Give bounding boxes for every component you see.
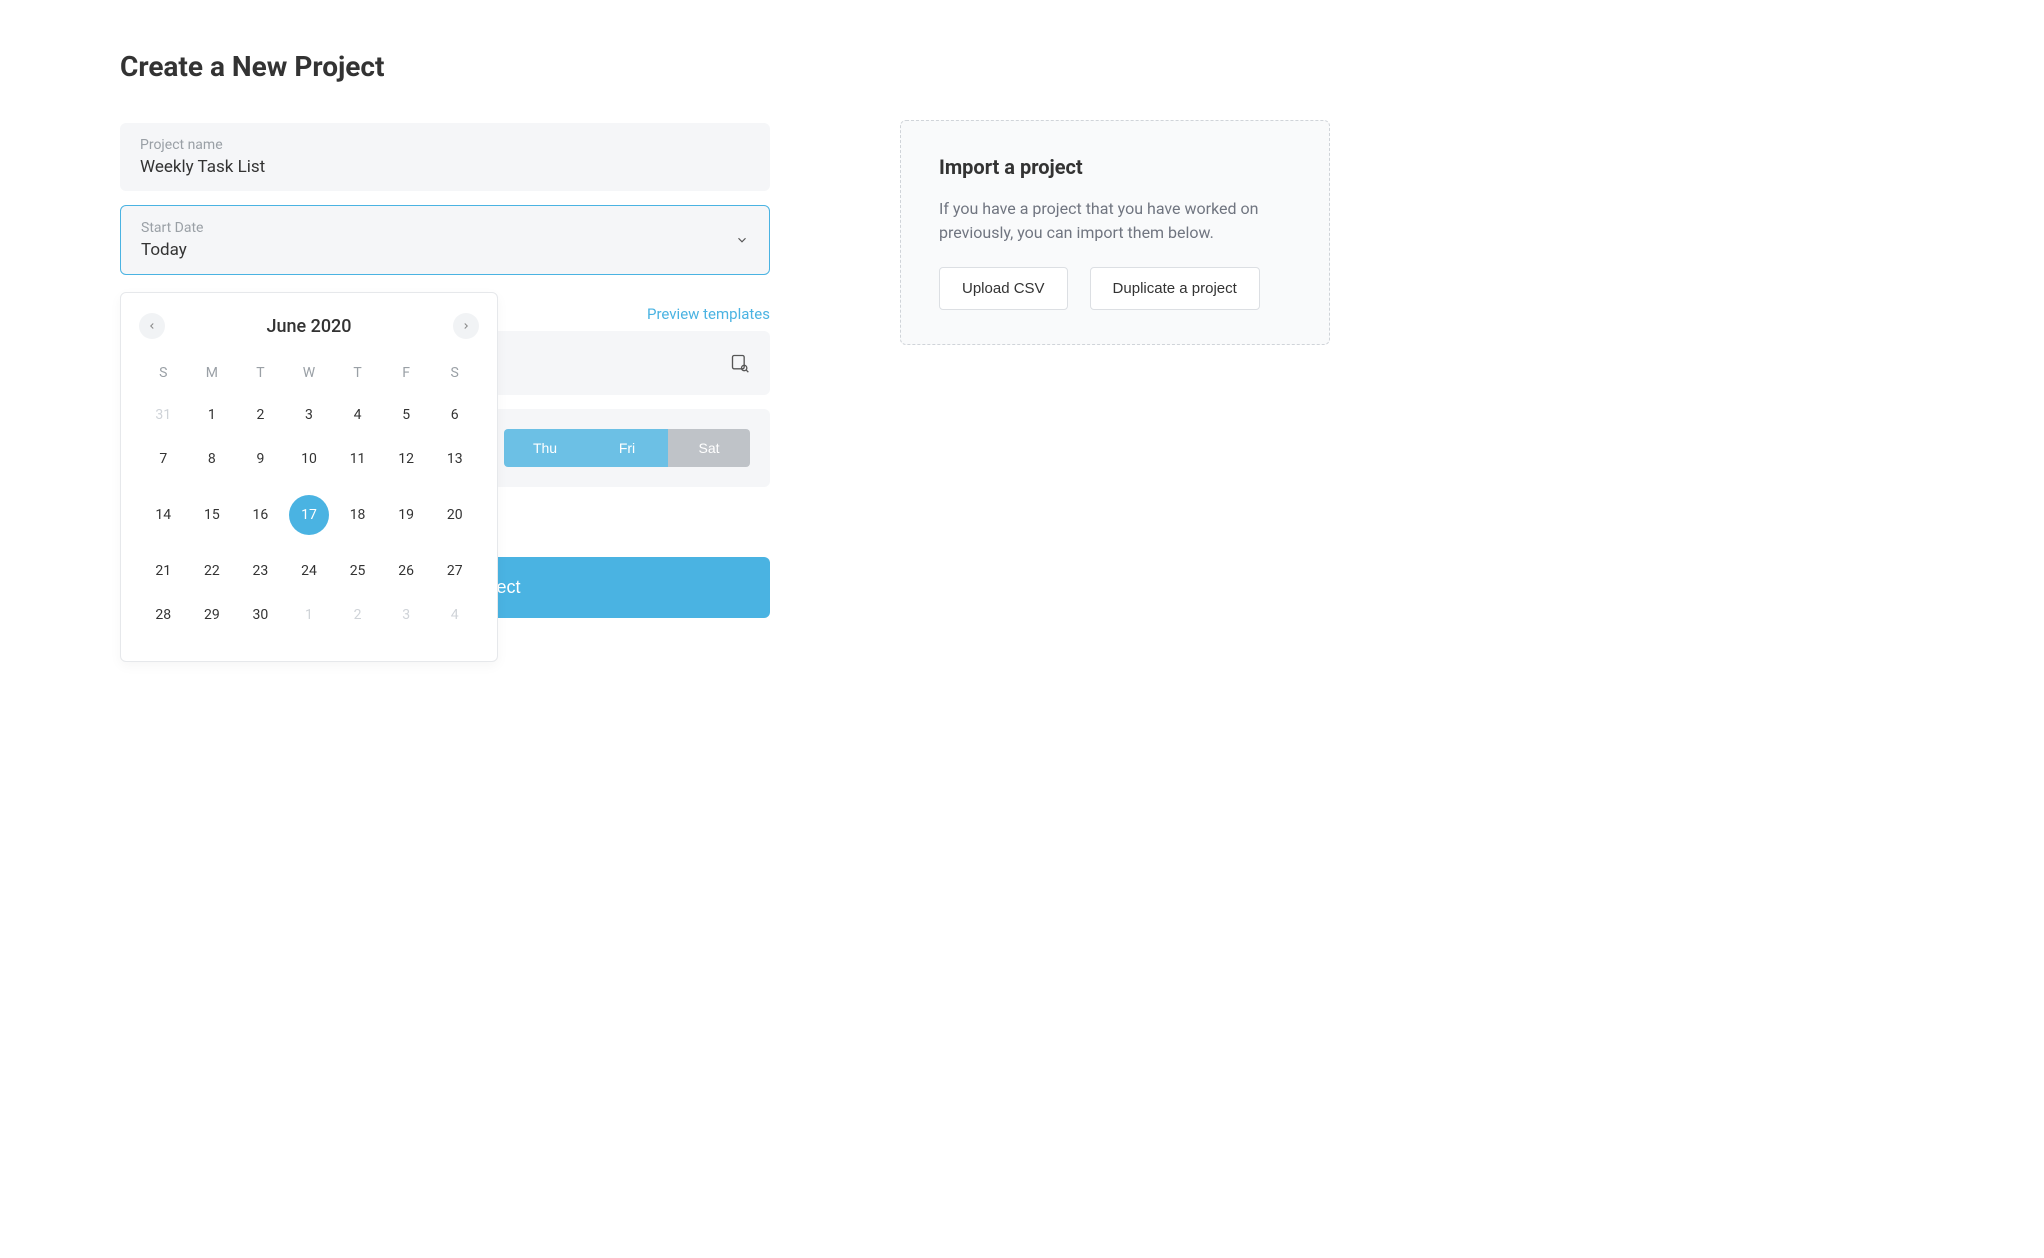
day-toggle-sat[interactable]: Sat <box>668 429 750 467</box>
calendar-dow: T <box>333 357 382 389</box>
calendar-day[interactable]: 26 <box>382 553 431 589</box>
calendar-day[interactable]: 10 <box>285 441 334 477</box>
calendar-day[interactable]: 5 <box>382 397 431 433</box>
calendar-day[interactable]: 8 <box>188 441 237 477</box>
calendar-dow: S <box>139 357 188 389</box>
calendar-dow: T <box>236 357 285 389</box>
calendar-day[interactable]: 16 <box>236 485 285 545</box>
calendar-day[interactable]: 4 <box>333 397 382 433</box>
calendar-day[interactable]: 31 <box>139 397 188 433</box>
calendar-day[interactable]: 2 <box>236 397 285 433</box>
calendar-day[interactable]: 25 <box>333 553 382 589</box>
project-name-value: Weekly Task List <box>140 157 750 177</box>
calendar-day[interactable]: 4 <box>430 597 479 633</box>
calendar-day[interactable]: 22 <box>188 553 237 589</box>
project-name-field[interactable]: Project name Weekly Task List <box>120 123 770 191</box>
page-title: Create a New Project <box>120 50 770 83</box>
import-description: If you have a project that you have work… <box>939 197 1291 245</box>
import-title: Import a project <box>939 155 1291 179</box>
calendar-dow: W <box>285 357 334 389</box>
day-toggle-fri[interactable]: Fri <box>586 429 668 467</box>
calendar-day[interactable]: 13 <box>430 441 479 477</box>
upload-csv-button[interactable]: Upload CSV <box>939 267 1068 310</box>
import-panel: Import a project If you have a project t… <box>900 120 1330 345</box>
calendar-day[interactable]: 14 <box>139 485 188 545</box>
calendar-day[interactable]: 9 <box>236 441 285 477</box>
calendar-next-button[interactable] <box>453 313 479 339</box>
calendar-day[interactable]: 15 <box>188 485 237 545</box>
calendar-day[interactable]: 17 <box>285 485 334 545</box>
calendar-day[interactable]: 3 <box>285 397 334 433</box>
date-picker-popup: June 2020 SMTWTFS31123456789101112131415… <box>120 292 498 662</box>
start-date-value: Today <box>141 240 749 260</box>
calendar-day[interactable]: 23 <box>236 553 285 589</box>
calendar-day[interactable]: 11 <box>333 441 382 477</box>
calendar-day[interactable]: 20 <box>430 485 479 545</box>
start-date-field[interactable]: Start Date Today <box>120 205 770 275</box>
search-document-icon[interactable] <box>730 353 750 373</box>
calendar-day[interactable]: 30 <box>236 597 285 633</box>
calendar-day[interactable]: 21 <box>139 553 188 589</box>
duplicate-project-button[interactable]: Duplicate a project <box>1090 267 1260 310</box>
calendar-day[interactable]: 1 <box>285 597 334 633</box>
project-name-label: Project name <box>140 137 750 153</box>
calendar-day[interactable]: 1 <box>188 397 237 433</box>
calendar-day[interactable]: 2 <box>333 597 382 633</box>
calendar-month-label: June 2020 <box>266 316 351 337</box>
calendar-day[interactable]: 28 <box>139 597 188 633</box>
day-toggle-thu[interactable]: Thu <box>504 429 586 467</box>
chevron-down-icon <box>735 233 749 247</box>
calendar-day[interactable]: 18 <box>333 485 382 545</box>
calendar-day[interactable]: 7 <box>139 441 188 477</box>
calendar-day[interactable]: 6 <box>430 397 479 433</box>
calendar-day[interactable]: 3 <box>382 597 431 633</box>
calendar-day[interactable]: 29 <box>188 597 237 633</box>
preview-templates-link[interactable]: Preview templates <box>647 305 770 323</box>
calendar-day[interactable]: 12 <box>382 441 431 477</box>
start-date-label: Start Date <box>141 220 749 236</box>
calendar-day[interactable]: 24 <box>285 553 334 589</box>
calendar-dow: M <box>188 357 237 389</box>
calendar-day[interactable]: 19 <box>382 485 431 545</box>
calendar-prev-button[interactable] <box>139 313 165 339</box>
calendar-dow: S <box>430 357 479 389</box>
calendar-dow: F <box>382 357 431 389</box>
calendar-day[interactable]: 27 <box>430 553 479 589</box>
